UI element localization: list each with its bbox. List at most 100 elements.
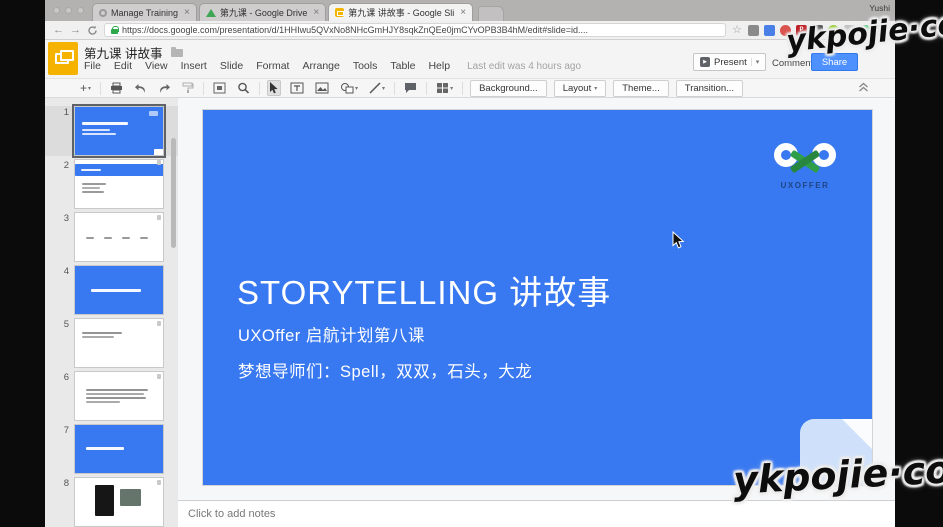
slide-filmstrip: 12345678 (45, 98, 178, 527)
tab-close-icon[interactable]: × (313, 7, 319, 18)
back-icon[interactable]: ← (53, 25, 64, 36)
zoom-button[interactable] (235, 80, 252, 96)
slide-thumbnail[interactable] (74, 424, 164, 474)
plus-icon: + (80, 82, 87, 94)
paint-format-button[interactable] (180, 80, 196, 96)
menu-help[interactable]: Help (428, 60, 450, 72)
thumbnail-content-shape (91, 289, 141, 292)
browser-window: Manage Training×第九课 - Google Drive×第九课 讲… (45, 0, 895, 527)
undo-button[interactable] (132, 80, 149, 96)
shape-caret-icon[interactable]: ▾ (355, 85, 358, 92)
thumbnail-content-shape (154, 149, 164, 156)
menu-table[interactable]: Table (390, 60, 415, 72)
menu-slide[interactable]: Slide (220, 60, 243, 72)
insert-line-button[interactable]: ▾ (367, 80, 387, 96)
menu-arrange[interactable]: Arrange (302, 60, 339, 72)
browser-tab[interactable]: 第九课 - Google Drive× (199, 3, 326, 21)
thumbnail-content-shape (82, 183, 106, 185)
insert-table-button[interactable]: ▾ (434, 80, 455, 96)
browser-tab[interactable]: 第九课 讲故事 - Google Sli× (328, 3, 473, 21)
thumbnail-content-shape (157, 160, 161, 165)
redo-button[interactable] (156, 80, 173, 96)
toolbar-separator (394, 82, 395, 95)
menu-edit[interactable]: Edit (114, 60, 132, 72)
thumbnail-content-shape (157, 215, 161, 220)
transition-button[interactable]: Transition... (676, 80, 743, 97)
speaker-notes-bar[interactable]: Click to add notes (178, 500, 895, 527)
insert-image-button[interactable] (313, 80, 331, 96)
print-button[interactable] (108, 80, 125, 96)
browser-profile-name[interactable]: Yushi (869, 3, 890, 13)
slide-subtitle-text[interactable]: UXOffer 启航计划第八课 (238, 322, 425, 346)
current-slide[interactable]: UXOFFER STORYTELLING 讲故事 UXOffer 启航计划第八课… (203, 110, 872, 485)
browser-tab[interactable]: Manage Training × (92, 3, 197, 21)
menu-tools[interactable]: Tools (353, 60, 378, 72)
new-slide-caret-icon[interactable]: ▾ (88, 85, 91, 92)
present-button[interactable]: ▶ Present ▾ (693, 53, 766, 71)
slide-title-text[interactable]: STORYTELLING 讲故事 (237, 266, 611, 314)
table-caret-icon[interactable]: ▾ (450, 85, 453, 92)
forward-icon[interactable]: → (70, 25, 81, 36)
slide-thumbnail[interactable] (74, 371, 164, 421)
menu-view[interactable]: View (145, 60, 168, 72)
select-tool-button[interactable] (267, 80, 281, 96)
background-button[interactable]: Background... (470, 80, 547, 97)
present-caret-icon[interactable]: ▾ (751, 58, 760, 66)
text-box-button[interactable] (288, 80, 306, 96)
url-bar[interactable]: https://docs.google.com/presentation/d/1… (104, 23, 726, 37)
thumbnail-content-shape (120, 489, 141, 506)
slide-number: 6 (49, 371, 69, 383)
tab-close-icon[interactable]: × (460, 7, 466, 18)
slide-mentors-text[interactable]: 梦想导师们：Spell，双双，石头，大龙 (238, 358, 532, 382)
slide-number: 2 (49, 159, 69, 171)
layout-button[interactable]: Layout ▾ (554, 80, 607, 97)
insert-comment-button[interactable] (402, 80, 419, 96)
slide-row: 2 (45, 159, 178, 209)
thumbnail-content-shape (95, 485, 114, 516)
move-to-folder-icon[interactable] (171, 49, 183, 57)
bookmark-star-icon[interactable]: ☆ (732, 25, 742, 36)
present-label: Present (714, 57, 747, 68)
slide-thumbnail[interactable] (74, 318, 164, 368)
menu-bar: File Edit View Insert Slide Format Arrange Tool… (84, 60, 581, 72)
thumbnail-content-shape (82, 336, 114, 338)
thumbnail-content-shape (86, 447, 124, 450)
new-slide-button[interactable]: + ▾ (78, 80, 93, 96)
slide-thumbnail[interactable] (74, 159, 164, 209)
line-caret-icon[interactable]: ▾ (382, 85, 385, 92)
mouse-cursor-icon (672, 231, 685, 255)
slide-thumbnail[interactable] (74, 265, 164, 315)
reload-icon[interactable] (87, 25, 98, 36)
slide-thumbnail[interactable] (74, 212, 164, 262)
notes-placeholder[interactable]: Click to add notes (188, 508, 275, 520)
zoom-fit-button[interactable] (211, 80, 228, 96)
slide-thumbnail[interactable] (74, 106, 164, 156)
tab-close-icon[interactable]: × (184, 7, 190, 18)
menu-insert[interactable]: Insert (181, 60, 207, 72)
window-controls[interactable] (51, 0, 92, 21)
theme-button[interactable]: Theme... (613, 80, 669, 97)
app-header: 第九课 讲故事 FileEditViewInsertSlideFormatArr… (45, 40, 895, 78)
slide-number: 3 (49, 212, 69, 224)
filmstrip-scrollbar[interactable] (171, 138, 176, 248)
hide-menus-button[interactable] (858, 79, 869, 97)
new-tab-button[interactable] (478, 6, 504, 21)
menu-file[interactable]: File (84, 60, 101, 72)
slides-logo-icon[interactable] (48, 42, 78, 75)
slide-thumbnail[interactable] (74, 477, 164, 527)
browser-navbar: ← → https://docs.google.com/presentation… (45, 21, 895, 40)
layout-caret-icon: ▾ (594, 85, 597, 92)
thumbnail-content-shape (82, 332, 122, 334)
layout-label: Layout (563, 83, 592, 94)
extension-grey-bird[interactable] (748, 25, 759, 36)
insert-shape-button[interactable]: ▾ (338, 80, 360, 96)
thumbnail-content-shape (86, 393, 144, 395)
menu-format[interactable]: Format (256, 60, 289, 72)
slide-number: 7 (49, 424, 69, 436)
close-window-icon[interactable] (53, 7, 60, 14)
zoom-window-icon[interactable] (77, 7, 84, 14)
url-text[interactable]: https://docs.google.com/presentation/d/1… (122, 25, 588, 35)
extension-blue[interactable] (764, 25, 775, 36)
tab-label: Manage Training (111, 8, 178, 18)
minimize-window-icon[interactable] (65, 7, 72, 14)
